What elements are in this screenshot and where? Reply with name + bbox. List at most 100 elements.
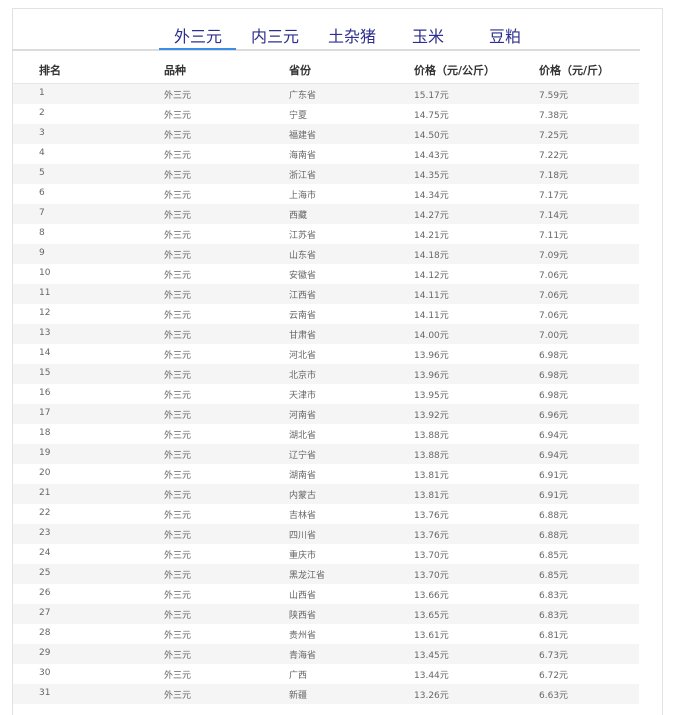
cell-province: 辽宁省 bbox=[289, 451, 317, 461]
cell-price-per-jin: 6.81元 bbox=[539, 631, 569, 641]
table-row: 6 外三元 上海市 14.34元 7.17元 bbox=[13, 184, 639, 204]
table-row: 8 外三元 江苏省 14.21元 7.11元 bbox=[13, 224, 639, 244]
cell-price-per-jin: 7.38元 bbox=[539, 111, 569, 121]
cell-price-per-jin: 6.88元 bbox=[539, 511, 569, 521]
cell-breed: 外三元 bbox=[164, 371, 192, 381]
cell-price-per-kg: 14.35元 bbox=[414, 171, 449, 181]
cell-breed: 外三元 bbox=[164, 671, 192, 681]
cell-province: 陕西省 bbox=[289, 611, 317, 621]
cell-province: 浙江省 bbox=[289, 171, 317, 181]
cell-price-per-kg: 13.45元 bbox=[414, 651, 449, 661]
header-price-per-jin: 价格（元/斤） bbox=[539, 64, 610, 77]
cell-price-per-kg: 14.18元 bbox=[414, 251, 449, 261]
cell-price-per-kg: 14.34元 bbox=[414, 191, 449, 201]
cell-price-per-kg: 14.21元 bbox=[414, 231, 449, 241]
tab-tu-za-zhu[interactable]: 土杂猪 bbox=[328, 23, 376, 47]
cell-rank: 30 bbox=[39, 668, 51, 678]
tab-dou-po[interactable]: 豆粕 bbox=[489, 23, 521, 47]
cell-price-per-kg: 14.12元 bbox=[414, 271, 449, 281]
table-row: 5 外三元 浙江省 14.35元 7.18元 bbox=[13, 164, 639, 184]
cell-rank: 3 bbox=[39, 128, 45, 138]
cell-breed: 外三元 bbox=[164, 191, 192, 201]
table-row: 30 外三元 广西 13.44元 6.72元 bbox=[13, 664, 639, 684]
header-price-per-kg: 价格（元/公斤） bbox=[414, 64, 496, 77]
table-row: 7 外三元 西藏 14.27元 7.14元 bbox=[13, 204, 639, 224]
cell-price-per-kg: 13.88元 bbox=[414, 431, 449, 441]
cell-rank: 19 bbox=[39, 448, 51, 458]
cell-rank: 4 bbox=[39, 148, 45, 158]
cell-price-per-kg: 14.11元 bbox=[414, 291, 449, 301]
cell-breed: 外三元 bbox=[164, 411, 192, 421]
cell-price-per-kg: 13.96元 bbox=[414, 371, 449, 381]
cell-rank: 14 bbox=[39, 348, 51, 358]
table-row: 2 外三元 宁夏 14.75元 7.38元 bbox=[13, 104, 639, 124]
cell-price-per-jin: 6.98元 bbox=[539, 391, 569, 401]
cell-price-per-kg: 13.61元 bbox=[414, 631, 449, 641]
cell-rank: 31 bbox=[39, 688, 51, 698]
cell-breed: 外三元 bbox=[164, 691, 192, 701]
cell-price-per-jin: 6.96元 bbox=[539, 411, 569, 421]
tab-yu-mi[interactable]: 玉米 bbox=[412, 23, 444, 47]
cell-rank: 6 bbox=[39, 188, 45, 198]
cell-rank: 15 bbox=[39, 368, 51, 378]
cell-province: 新疆 bbox=[289, 691, 308, 701]
cell-breed: 外三元 bbox=[164, 351, 192, 361]
cell-rank: 27 bbox=[39, 608, 51, 618]
header-province: 省份 bbox=[289, 64, 311, 77]
cell-rank: 23 bbox=[39, 528, 51, 538]
table-row: 26 外三元 山西省 13.66元 6.83元 bbox=[13, 584, 639, 604]
cell-price-per-jin: 6.83元 bbox=[539, 591, 569, 601]
table-row: 13 外三元 甘肃省 14.00元 7.00元 bbox=[13, 324, 639, 344]
table-row: 23 外三元 四川省 13.76元 6.88元 bbox=[13, 524, 639, 544]
tab-nei-san-yuan[interactable]: 内三元 bbox=[251, 23, 299, 47]
cell-province: 山西省 bbox=[289, 591, 317, 601]
cell-breed: 外三元 bbox=[164, 591, 192, 601]
cell-price-per-kg: 14.43元 bbox=[414, 151, 449, 161]
cell-price-per-kg: 13.81元 bbox=[414, 491, 449, 501]
cell-province: 吉林省 bbox=[289, 511, 317, 521]
cell-breed: 外三元 bbox=[164, 451, 192, 461]
cell-breed: 外三元 bbox=[164, 211, 192, 221]
cell-price-per-kg: 13.70元 bbox=[414, 551, 449, 561]
cell-province: 北京市 bbox=[289, 371, 317, 381]
cell-rank: 7 bbox=[39, 208, 45, 218]
cell-breed: 外三元 bbox=[164, 651, 192, 661]
cell-price-per-kg: 13.92元 bbox=[414, 411, 449, 421]
cell-price-per-jin: 6.73元 bbox=[539, 651, 569, 661]
cell-province: 安徽省 bbox=[289, 271, 317, 281]
cell-breed: 外三元 bbox=[164, 111, 192, 121]
cell-breed: 外三元 bbox=[164, 271, 192, 281]
tab-wai-san-yuan[interactable]: 外三元 bbox=[174, 23, 222, 47]
cell-price-per-kg: 13.96元 bbox=[414, 351, 449, 361]
cell-price-per-kg: 13.44元 bbox=[414, 671, 449, 681]
cell-province: 湖南省 bbox=[289, 471, 317, 481]
table-row: 21 外三元 内蒙古 13.81元 6.91元 bbox=[13, 484, 639, 504]
cell-price-per-jin: 6.98元 bbox=[539, 371, 569, 381]
table-row: 11 外三元 江西省 14.11元 7.06元 bbox=[13, 284, 639, 304]
cell-province: 山东省 bbox=[289, 251, 317, 261]
cell-price-per-jin: 6.98元 bbox=[539, 351, 569, 361]
cell-rank: 2 bbox=[39, 108, 45, 118]
cell-rank: 16 bbox=[39, 388, 51, 398]
table-row: 18 外三元 湖北省 13.88元 6.94元 bbox=[13, 424, 639, 444]
cell-price-per-jin: 7.00元 bbox=[539, 331, 569, 341]
table-row: 29 外三元 青海省 13.45元 6.73元 bbox=[13, 644, 639, 664]
cell-breed: 外三元 bbox=[164, 311, 192, 321]
cell-province: 甘肃省 bbox=[289, 331, 317, 341]
cell-breed: 外三元 bbox=[164, 251, 192, 261]
cell-breed: 外三元 bbox=[164, 331, 192, 341]
cell-breed: 外三元 bbox=[164, 91, 192, 101]
cell-rank: 29 bbox=[39, 648, 51, 658]
cell-price-per-kg: 14.11元 bbox=[414, 311, 449, 321]
cell-price-per-kg: 13.65元 bbox=[414, 611, 449, 621]
table-row: 12 外三元 云南省 14.11元 7.06元 bbox=[13, 304, 639, 324]
table-row: 1 外三元 广东省 15.17元 7.59元 bbox=[13, 84, 639, 104]
table-row: 25 外三元 黑龙江省 13.70元 6.85元 bbox=[13, 564, 639, 584]
cell-breed: 外三元 bbox=[164, 131, 192, 141]
cell-price-per-kg: 13.66元 bbox=[414, 591, 449, 601]
table-row: 10 外三元 安徽省 14.12元 7.06元 bbox=[13, 264, 639, 284]
cell-rank: 1 bbox=[39, 88, 45, 98]
table-header: 排名 品种 省份 价格（元/公斤） 价格（元/斤） bbox=[13, 52, 639, 84]
cell-rank: 20 bbox=[39, 468, 51, 478]
cell-price-per-kg: 13.88元 bbox=[414, 451, 449, 461]
